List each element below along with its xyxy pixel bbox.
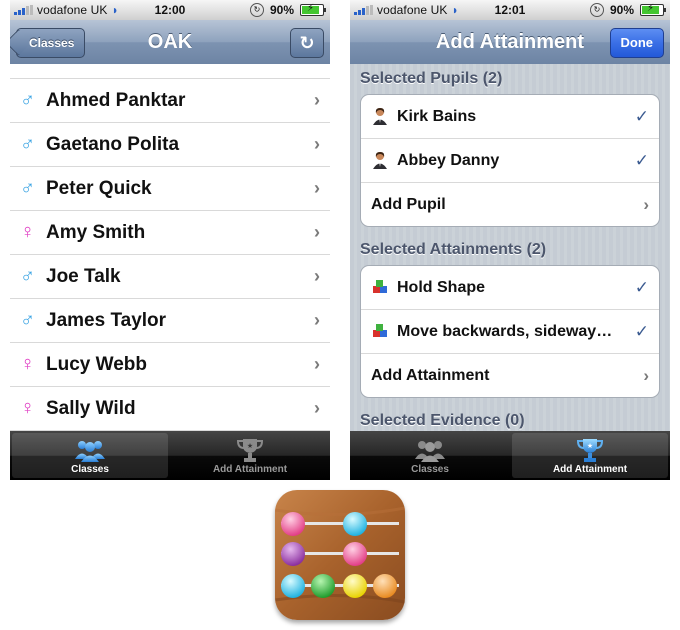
tab-bar: Classes ★ Add Attainment xyxy=(350,431,670,480)
chevron-right-icon: › xyxy=(314,134,320,154)
chevron-right-icon: › xyxy=(314,310,320,330)
tab-classes[interactable]: Classes xyxy=(12,433,168,478)
list-item[interactable]: ♀ Lucy Webb › xyxy=(10,343,330,387)
list-item[interactable]: Move backwards, sideway… ✓ xyxy=(361,310,659,354)
tab-add-attainment[interactable]: ★ Add Attainment xyxy=(512,433,668,478)
add-attainment-row[interactable]: Add Attainment › xyxy=(361,354,659,397)
male-icon: ♂ xyxy=(20,265,35,287)
battery-percent: 90% xyxy=(609,3,634,17)
section-header-attainments: Selected Attainments (2) xyxy=(360,241,547,258)
chevron-right-icon: › xyxy=(314,178,320,198)
checkmark-icon: ✓ xyxy=(634,107,649,126)
pupil-label: Abbey Danny xyxy=(397,152,500,169)
chevron-right-icon: › xyxy=(314,398,320,418)
attainment-form: Selected Pupils (2) Kirk Bains ✓ Abbey D… xyxy=(350,64,670,431)
tab-bar: Classes ★ Add Attainment xyxy=(10,431,330,480)
rotation-lock-icon: ↻ xyxy=(589,3,604,17)
status-bar: vodafone UK ◗ 12:01 ↻ 90% ⚡ xyxy=(350,0,670,20)
pupil-name: Sally Wild xyxy=(46,398,136,419)
section-header-evidence: Selected Evidence (0) xyxy=(360,412,525,429)
pupil-list: ♂ Ahmed Panktar › ♂ Gaetano Polita › ♂ P… xyxy=(10,64,330,431)
pupil-name: Lucy Webb xyxy=(46,354,147,375)
pupil-name: Gaetano Polita xyxy=(46,134,180,155)
male-icon: ♂ xyxy=(20,89,35,111)
svg-text:★: ★ xyxy=(247,442,253,450)
list-item[interactable]: Hold Shape ✓ xyxy=(361,266,659,310)
male-icon: ♂ xyxy=(20,133,35,155)
female-icon: ♀ xyxy=(20,397,35,419)
chevron-right-icon: › xyxy=(314,90,320,110)
pupil-name: Peter Quick xyxy=(46,178,152,199)
female-icon: ♀ xyxy=(20,353,35,375)
person-icon xyxy=(373,108,387,125)
abacus-icon xyxy=(275,490,405,620)
chevron-right-icon: › xyxy=(314,354,320,374)
checkmark-icon: ✓ xyxy=(634,278,649,297)
list-item[interactable]: ♂ Ahmed Panktar › xyxy=(10,79,330,123)
list-item[interactable]: ♂ Peter Quick › xyxy=(10,167,330,211)
trophy-icon: ★ xyxy=(172,437,328,463)
abacus-app-icon xyxy=(275,490,405,620)
refresh-icon: ↻ xyxy=(299,33,315,53)
pupils-group: Kirk Bains ✓ Abbey Danny ✓ Add Pupil › xyxy=(360,94,660,227)
attainment-label: Move backwards, sideway… xyxy=(397,323,613,340)
pupil-label: Kirk Bains xyxy=(397,108,477,125)
list-item[interactable]: ♂ James Taylor › xyxy=(10,299,330,343)
tab-add-attainment[interactable]: ★ Add Attainment xyxy=(172,433,328,478)
list-item[interactable]: ♀ Amy Smith › xyxy=(10,211,330,255)
trophy-icon: ★ xyxy=(512,437,668,463)
pupil-name: Amy Smith xyxy=(46,222,146,243)
tab-classes[interactable]: Classes xyxy=(352,433,508,478)
male-icon: ♂ xyxy=(20,177,35,199)
done-button[interactable]: Done xyxy=(609,28,664,58)
chevron-right-icon: › xyxy=(643,195,649,214)
list-item[interactable]: ♂ Joe Talk › xyxy=(10,255,330,299)
blocks-icon xyxy=(373,324,387,337)
female-icon: ♀ xyxy=(20,221,35,243)
attainments-group: Hold Shape ✓ Move backwards, sideway… ✓ … xyxy=(360,265,660,398)
male-icon: ♂ xyxy=(20,309,35,331)
pupil-name: Ahmed Panktar xyxy=(46,90,186,111)
battery-icon: ⚡ xyxy=(640,3,666,16)
navigation-bar: Classes OAK ↻ xyxy=(10,20,330,65)
people-icon xyxy=(352,437,508,463)
chevron-right-icon: › xyxy=(643,366,649,385)
section-header-pupils: Selected Pupils (2) xyxy=(360,70,503,87)
add-pupil-row[interactable]: Add Pupil › xyxy=(361,183,659,226)
pupil-name: Joe Talk xyxy=(46,266,121,287)
add-pupil-label: Add Pupil xyxy=(371,196,446,213)
rotation-lock-icon: ↻ xyxy=(249,3,264,17)
pupil-name: James Taylor xyxy=(46,310,167,331)
attainment-label: Hold Shape xyxy=(397,279,486,296)
status-bar: vodafone UK ◗ 12:00 ↻ 90% ⚡ xyxy=(10,0,330,20)
list-item[interactable]: Kirk Bains ✓ xyxy=(361,95,659,139)
list-item[interactable]: ♀ Sally Wild › xyxy=(10,387,330,431)
people-icon xyxy=(12,437,168,463)
class-screen: vodafone UK ◗ 12:00 ↻ 90% ⚡ Classes OAK … xyxy=(10,0,330,480)
back-button[interactable]: Classes xyxy=(16,28,86,58)
chevron-right-icon: › xyxy=(314,222,320,242)
svg-text:★: ★ xyxy=(587,442,593,450)
tab-label: Classes xyxy=(411,464,449,475)
chevron-right-icon: › xyxy=(314,266,320,286)
list-item[interactable]: ♂ Gaetano Polita › xyxy=(10,123,330,167)
list-item[interactable]: Abbey Danny ✓ xyxy=(361,139,659,183)
tab-label: Classes xyxy=(71,464,109,475)
battery-percent: 90% xyxy=(269,3,294,17)
tab-label: Add Attainment xyxy=(212,464,288,475)
checkmark-icon: ✓ xyxy=(634,322,649,341)
navigation-bar: Add Attainment Done xyxy=(350,20,670,65)
checkmark-icon: ✓ xyxy=(634,151,649,170)
person-icon xyxy=(373,152,387,169)
blocks-icon xyxy=(373,280,387,293)
battery-icon: ⚡ xyxy=(300,3,326,16)
add-attainment-screen: vodafone UK ◗ 12:01 ↻ 90% ⚡ Add Attainme… xyxy=(350,0,670,480)
refresh-button[interactable]: ↻ xyxy=(290,28,324,58)
list-item[interactable] xyxy=(10,64,330,79)
tab-label: Add Attainment xyxy=(552,464,628,475)
add-attainment-label: Add Attainment xyxy=(371,367,490,384)
